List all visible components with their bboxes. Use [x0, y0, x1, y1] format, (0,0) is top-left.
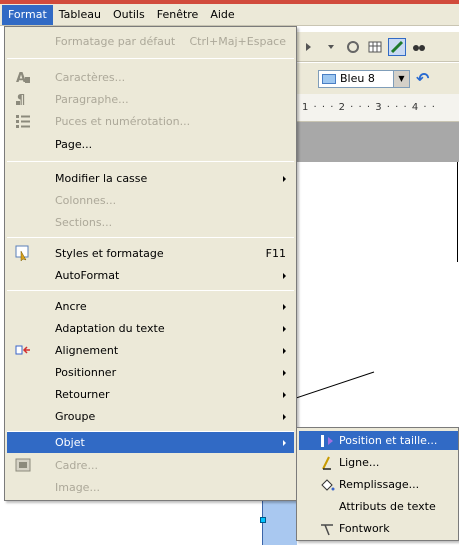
- format-menu: Formatage par défaut Ctrl+Maj+Espace A C…: [4, 26, 297, 501]
- table-icon[interactable]: [366, 38, 384, 56]
- alignment-icon: [15, 342, 31, 358]
- menu-item-columns[interactable]: Colonnes...: [7, 190, 294, 211]
- character-icon: A: [15, 69, 31, 85]
- menu-item-image[interactable]: Image...: [7, 477, 294, 498]
- drawn-line-shape[interactable]: [296, 360, 376, 400]
- submenu-arrow-icon: [283, 175, 286, 182]
- bullets-icon: [15, 113, 31, 129]
- menubar-aide[interactable]: Aide: [204, 5, 240, 25]
- navigator-icon[interactable]: [344, 38, 362, 56]
- position-size-icon: [319, 433, 335, 449]
- menu-separator: [7, 161, 294, 162]
- submenu-item-fontwork[interactable]: Fontwork: [299, 519, 458, 538]
- color-swatch-icon: [322, 73, 336, 84]
- chevron-down-icon[interactable]: ▼: [393, 70, 409, 87]
- submenu-item-line[interactable]: Ligne...: [299, 453, 458, 472]
- object-submenu: Position et taille... Ligne... Remplissa…: [296, 427, 459, 541]
- frame-icon: [15, 457, 31, 473]
- submenu-arrow-icon: [283, 325, 286, 332]
- submenu-item-text-attributes[interactable]: Attributs de texte: [299, 497, 458, 516]
- undo-icon[interactable]: ↶: [416, 69, 429, 88]
- submenu-arrow-icon: [283, 391, 286, 398]
- menu-item-group[interactable]: Groupe: [7, 406, 294, 427]
- submenu-item-fill[interactable]: Remplissage...: [299, 475, 458, 494]
- toolbar: [296, 32, 459, 62]
- menu-item-flip[interactable]: Retourner: [7, 384, 294, 405]
- menu-separator: [7, 237, 294, 238]
- menu-item-text-wrap[interactable]: Adaptation du texte: [7, 318, 294, 339]
- menu-item-alignment[interactable]: Alignement: [7, 340, 294, 361]
- menu-item-arrange[interactable]: Positionner: [7, 362, 294, 383]
- menu-separator: [7, 290, 294, 291]
- menu-item-characters[interactable]: A Caractères...: [7, 67, 294, 88]
- style-select[interactable]: Bleu 8 ▼: [318, 69, 410, 88]
- menu-item-frame[interactable]: Cadre...: [7, 455, 294, 476]
- page-border-area: [296, 122, 459, 162]
- page-edge-line: [457, 162, 458, 262]
- menubar-outils[interactable]: Outils: [107, 5, 151, 25]
- fontwork-icon: [319, 521, 335, 537]
- menu-item-object[interactable]: Objet: [7, 432, 294, 453]
- menu-item-sections[interactable]: Sections...: [7, 212, 294, 233]
- menubar-format[interactable]: Format: [2, 4, 53, 25]
- menu-item-change-case[interactable]: Modifier la casse: [7, 168, 294, 189]
- selection-handle[interactable]: [260, 517, 266, 523]
- menu-item-anchor[interactable]: Ancre: [7, 296, 294, 317]
- draw-functions-icon[interactable]: [388, 37, 406, 56]
- dropdown-arrow-icon[interactable]: [322, 38, 340, 56]
- submenu-arrow-icon: [283, 413, 286, 420]
- submenu-arrow-icon: [283, 369, 286, 376]
- styles-icon: [15, 245, 31, 261]
- submenu-arrow-icon: [283, 439, 286, 446]
- menubar: Format Tableau Outils Fenêtre Aide: [0, 4, 459, 26]
- menu-separator: [7, 58, 294, 59]
- submenu-arrow-icon: [283, 272, 286, 279]
- menubar-tableau[interactable]: Tableau: [53, 5, 107, 25]
- ruler: 1 · · · 2 · · · 3 · · · 4 · ·: [296, 94, 459, 122]
- menu-item-page[interactable]: Page...: [7, 134, 294, 155]
- menu-item-autoformat[interactable]: AutoFormat: [7, 265, 294, 286]
- submenu-arrow-icon: [283, 347, 286, 354]
- menu-item-paragraph[interactable]: ¶ Paragraphe...: [7, 89, 294, 110]
- fill-icon: [319, 477, 335, 493]
- submenu-item-position-size[interactable]: Position et taille...: [299, 431, 458, 450]
- menubar-fenetre[interactable]: Fenêtre: [151, 5, 205, 25]
- style-select-value: Bleu 8: [340, 72, 375, 85]
- menu-item-default-formatting[interactable]: Formatage par défaut Ctrl+Maj+Espace: [7, 31, 294, 52]
- chevron-right-icon[interactable]: [300, 38, 318, 56]
- find-icon[interactable]: [410, 38, 428, 56]
- svg-text:A: A: [16, 71, 26, 85]
- formatting-toolbar: Bleu 8 ▼ ↶: [296, 63, 459, 94]
- menu-item-bullets-numbering[interactable]: Puces et numérotation...: [7, 111, 294, 132]
- paragraph-icon: ¶: [15, 91, 31, 107]
- ruler-ticks: 1 · · · 2 · · · 3 · · · 4 · ·: [302, 102, 436, 113]
- submenu-arrow-icon: [283, 303, 286, 310]
- line-icon: [319, 455, 335, 471]
- menu-item-styles-formatting[interactable]: Styles et formatage F11: [7, 243, 294, 264]
